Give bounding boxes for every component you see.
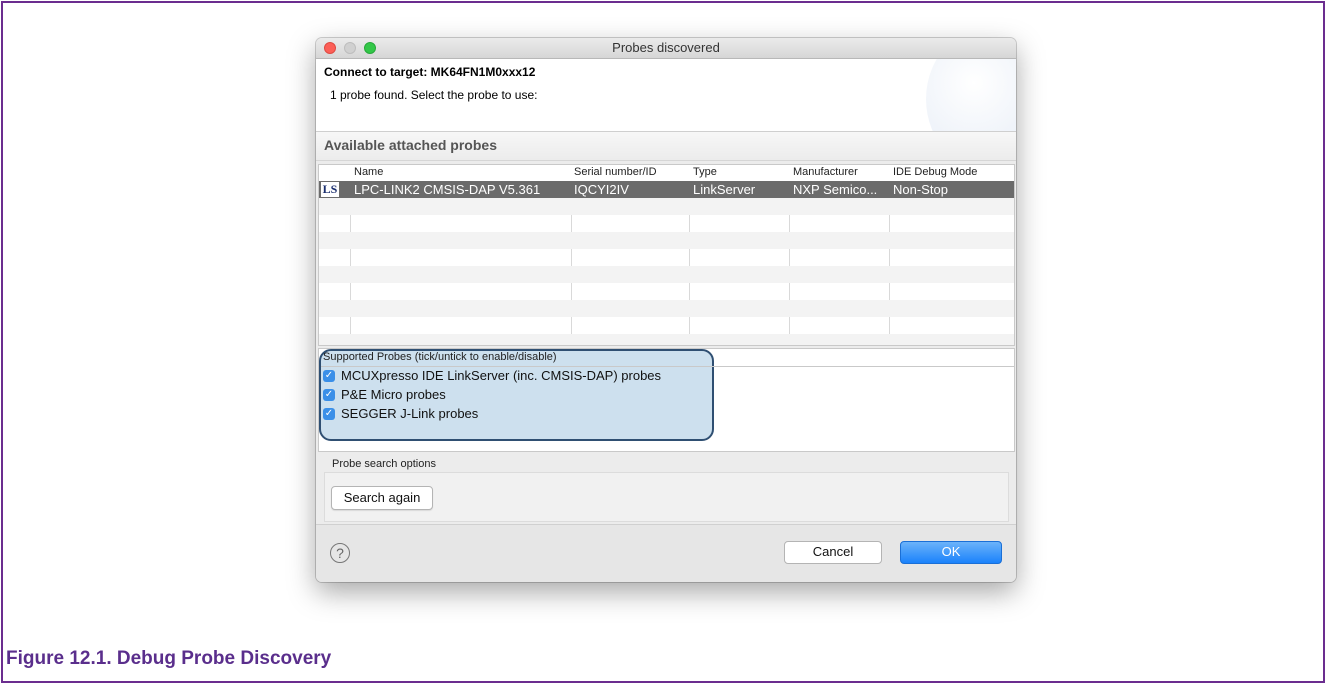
figure-caption: Figure 12.1. Debug Probe Discovery: [6, 648, 332, 669]
supported-probe-label: MCUXpresso IDE LinkServer (inc. CMSIS-DA…: [341, 368, 662, 383]
dialog-button-bar: ? Cancel OK: [316, 524, 1016, 582]
probe-name: LPC-LINK2 CMSIS-DAP V5.361: [354, 182, 541, 197]
title-bar: Probes discovered: [316, 38, 1016, 59]
supported-probes-title: Supported Probes (tick/untick to enable/…: [323, 351, 557, 363]
connect-target-title: Connect to target: MK64FN1M0xxx12: [324, 65, 536, 79]
search-again-button[interactable]: Search again: [331, 486, 433, 510]
probe-debug-mode: Non-Stop: [893, 182, 948, 197]
probe-serial: IQCYI2IV: [574, 182, 629, 197]
checkbox-checked-icon[interactable]: ✓: [323, 389, 335, 401]
supported-probe-label: SEGGER J-Link probes: [341, 406, 479, 421]
empty-row: [319, 232, 1014, 249]
probe-manufacturer: NXP Semico...: [793, 182, 878, 197]
table-header: Name Serial number/ID Type Manufacturer …: [319, 165, 1014, 181]
empty-row: [319, 198, 1014, 215]
column-header-debug-mode[interactable]: IDE Debug Mode: [893, 166, 977, 178]
supported-probe-label: P&E Micro probes: [341, 387, 446, 402]
available-probes-header: Available attached probes: [316, 132, 1016, 161]
divider: [321, 366, 1014, 367]
column-header-serial[interactable]: Serial number/ID: [574, 166, 657, 178]
probes-table: Name Serial number/ID Type Manufacturer …: [318, 164, 1015, 346]
help-icon[interactable]: ?: [330, 543, 350, 563]
checkbox-checked-icon[interactable]: ✓: [323, 408, 335, 420]
probe-search-options-label: Probe search options: [332, 458, 436, 470]
available-probes-heading: Available attached probes: [324, 137, 497, 153]
probe-type: LinkServer: [693, 182, 756, 197]
column-header-type[interactable]: Type: [693, 166, 717, 178]
empty-row: [319, 266, 1014, 283]
table-row[interactable]: LS LPC-LINK2 CMSIS-DAP V5.361 IQCYI2IV L…: [319, 181, 1014, 198]
column-header-name[interactable]: Name: [354, 166, 383, 178]
linkserver-icon: LS: [321, 182, 339, 197]
column-header-manufacturer[interactable]: Manufacturer: [793, 166, 858, 178]
probes-discovered-dialog: Probes discovered Connect to target: MK6…: [316, 38, 1016, 582]
window-title: Probes discovered: [612, 40, 720, 55]
banner-decoration: [926, 59, 1016, 131]
checkbox-checked-icon[interactable]: ✓: [323, 370, 335, 382]
empty-row: [319, 334, 1014, 345]
supported-probes-panel: Supported Probes (tick/untick to enable/…: [318, 348, 1015, 452]
ok-button[interactable]: OK: [900, 541, 1002, 564]
dialog-banner: Connect to target: MK64FN1M0xxx12 1 prob…: [316, 59, 1016, 132]
probe-found-message: 1 probe found. Select the probe to use:: [330, 88, 538, 102]
empty-row: [319, 300, 1014, 317]
cancel-button[interactable]: Cancel: [784, 541, 882, 564]
